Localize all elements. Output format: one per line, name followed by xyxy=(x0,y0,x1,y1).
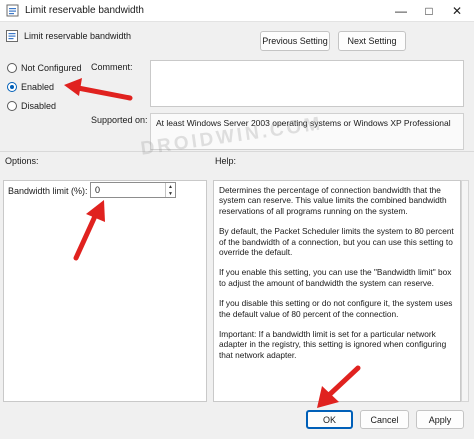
comment-input[interactable] xyxy=(150,60,464,107)
window-title: Limit reservable bandwidth xyxy=(25,5,144,16)
radio-button[interactable] xyxy=(7,101,17,111)
help-paragraph: By default, the Packet Scheduler limits … xyxy=(219,226,454,258)
help-label: Help: xyxy=(215,156,237,166)
close-icon: ✕ xyxy=(451,4,463,18)
cancel-button[interactable]: Cancel xyxy=(360,410,409,429)
help-paragraph: Determines the percentage of connection … xyxy=(219,185,447,216)
policy-dialog: Limit reservable bandwidth — □ ✕ Limit r… xyxy=(0,0,474,439)
next-setting-button[interactable]: Next Setting xyxy=(338,31,406,51)
radio-label: Not Configured xyxy=(21,63,82,73)
options-label: Options: xyxy=(5,156,39,166)
comment-label: Comment: xyxy=(91,62,133,72)
title-bar: Limit reservable bandwidth — □ ✕ xyxy=(0,0,474,22)
radio-button[interactable] xyxy=(7,63,17,73)
close-button[interactable]: ✕ xyxy=(442,0,472,22)
setting-icon xyxy=(6,30,18,42)
policy-name: Limit reservable bandwidth xyxy=(24,31,132,41)
radio-button-checked[interactable] xyxy=(7,82,17,92)
previous-setting-button[interactable]: Previous Setting xyxy=(260,31,330,51)
divider xyxy=(0,151,474,152)
apply-button[interactable]: Apply xyxy=(416,410,464,429)
help-scrollbar[interactable] xyxy=(461,180,469,402)
radio-not-configured[interactable]: Not Configured xyxy=(7,63,82,73)
minimize-button[interactable]: — xyxy=(386,0,416,22)
minimize-icon: — xyxy=(395,4,407,18)
bandwidth-limit-label: Bandwidth limit (%): xyxy=(8,186,88,196)
spin-down-icon[interactable]: ▼ xyxy=(165,190,175,197)
annotation-arrow-icon xyxy=(317,365,361,408)
bandwidth-limit-value[interactable]: 0 xyxy=(95,185,100,195)
spin-up-icon[interactable]: ▲ xyxy=(165,183,175,190)
radio-enabled[interactable]: Enabled xyxy=(7,82,54,92)
maximize-button[interactable]: □ xyxy=(414,0,444,22)
annotation-arrow-icon xyxy=(73,200,105,261)
supported-on-label: Supported on: xyxy=(91,115,148,125)
annotation-arrow-icon xyxy=(64,78,133,101)
help-paragraph: If you disable this setting or do not co… xyxy=(219,298,453,319)
radio-disabled[interactable]: Disabled xyxy=(7,101,56,111)
ok-button[interactable]: OK xyxy=(306,410,353,429)
help-paragraph: Important: If a bandwidth limit is set f… xyxy=(219,329,447,360)
radio-label: Disabled xyxy=(21,101,57,111)
radio-label: Enabled xyxy=(21,82,55,92)
help-paragraph: If you enable this setting, you can use … xyxy=(219,267,452,288)
policy-icon xyxy=(6,4,19,17)
maximize-icon: □ xyxy=(425,4,433,18)
